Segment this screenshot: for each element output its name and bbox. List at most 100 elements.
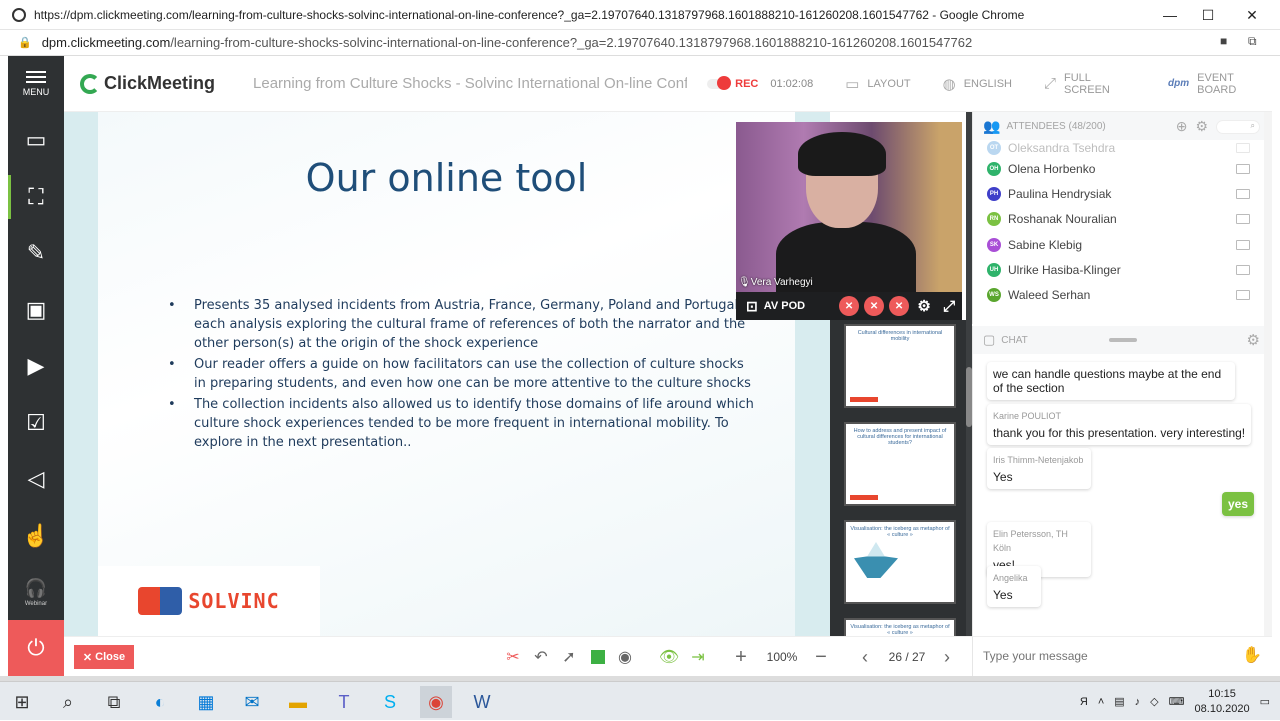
hangup-icon[interactable]: ✕ bbox=[889, 296, 910, 316]
clock-time: 10:15 bbox=[1208, 687, 1236, 700]
nav-tests[interactable]: ☑ bbox=[8, 395, 64, 452]
panel-scrollbar[interactable] bbox=[1264, 112, 1272, 636]
volume-icon[interactable]: ♪ bbox=[1135, 696, 1141, 708]
attendee-row[interactable]: UH Ulrike Hasiba-Klinger bbox=[973, 257, 1272, 282]
expand-icon[interactable]: ⤢ bbox=[939, 296, 959, 316]
menu-button[interactable]: MENU bbox=[8, 56, 64, 112]
maximize-icon[interactable]: ☐ bbox=[1186, 0, 1230, 30]
nav-screen-share[interactable]: ▣ bbox=[8, 282, 64, 339]
eye-icon[interactable]: 👁 bbox=[658, 645, 680, 669]
nav-poll[interactable]: ☝ bbox=[8, 508, 64, 565]
slide-thumbnail[interactable]: How to address and present impact of cul… bbox=[844, 422, 956, 506]
language-indicator[interactable]: Я bbox=[1080, 696, 1088, 708]
teams-icon[interactable]: T bbox=[328, 686, 360, 718]
camera-icon: ⊡ bbox=[746, 297, 758, 314]
attendee-row[interactable]: SK Sabine Klebig bbox=[973, 232, 1272, 257]
sync-slides-icon[interactable]: ⇥ bbox=[686, 645, 710, 669]
settings-icon[interactable]: ⚙ bbox=[914, 296, 934, 316]
language-button[interactable]: ◍ ENGLISH bbox=[943, 75, 1012, 93]
message-author: Karine POULIOT bbox=[993, 411, 1062, 421]
end-session-button[interactable]: ⏻ bbox=[8, 620, 64, 676]
fullscreen-icon: ⤢ bbox=[1044, 75, 1057, 92]
attendee-row[interactable]: PH Paulina Hendrysiak bbox=[973, 181, 1272, 206]
chat-message-own: yes bbox=[1221, 492, 1254, 516]
undo-icon[interactable]: ↶ bbox=[530, 645, 552, 669]
url-text[interactable]: dpm.clickmeeting.com/learning-from-cultu… bbox=[42, 35, 973, 50]
nav-presentation[interactable]: ⛶ bbox=[8, 169, 64, 226]
chat-input[interactable] bbox=[983, 647, 1233, 665]
nav-webinar[interactable]: 🎧 Webinar bbox=[8, 564, 64, 621]
attendee-row[interactable]: OH Olena Horbenko bbox=[973, 156, 1272, 181]
youtube-icon: ▶ bbox=[27, 353, 45, 379]
mic-off-icon[interactable]: ✕ bbox=[864, 296, 885, 316]
add-user-icon[interactable]: ⊕ bbox=[1176, 118, 1188, 135]
layout-button[interactable]: ▭ LAYOUT bbox=[845, 75, 910, 93]
previous-slide-icon[interactable]: ‹ bbox=[854, 645, 876, 669]
clickmeeting-logo: ClickMeeting bbox=[80, 73, 215, 94]
notifications-icon[interactable]: ▭ bbox=[1260, 695, 1270, 708]
raise-hand-icon[interactable]: ✋ bbox=[1242, 645, 1262, 665]
zoom-out-icon[interactable]: − bbox=[810, 645, 832, 669]
next-slide-icon[interactable]: › bbox=[936, 645, 958, 669]
record-toggle[interactable]: REC 01:02:08 bbox=[707, 75, 813, 90]
slide-bullet: Our reader offers a guide on how facilit… bbox=[168, 355, 754, 393]
address-bar[interactable]: 🔒 dpm.clickmeeting.com/learning-from-cul… bbox=[0, 30, 1280, 56]
zoom-in-icon[interactable]: + bbox=[730, 645, 752, 669]
nav-camera[interactable]: ▭ bbox=[8, 112, 64, 169]
nav-ctas[interactable]: ◁ bbox=[8, 451, 64, 508]
attendee-row[interactable]: RN Roshanak Nouralian bbox=[973, 207, 1272, 232]
globe-icon: ◍ bbox=[942, 75, 956, 93]
edge-icon[interactable]: ◐ bbox=[144, 686, 176, 718]
presenter-name: 🎙Vera Varhegyi bbox=[738, 277, 813, 288]
color-picker[interactable] bbox=[588, 645, 608, 669]
camera-off-icon[interactable]: ✕ bbox=[839, 296, 860, 316]
file-explorer-icon[interactable]: ▬ bbox=[282, 686, 314, 718]
gear-icon[interactable]: ⚙ bbox=[1195, 118, 1208, 135]
close-window-icon[interactable]: ✕ bbox=[1230, 0, 1274, 30]
keyboard-icon[interactable]: ⌨ bbox=[1169, 695, 1185, 708]
task-view-icon[interactable]: ⧉ bbox=[98, 686, 130, 718]
chat-message: Karine POULIOT thank you for this presen… bbox=[987, 404, 1252, 445]
chat-header: ▢ CHAT ⚙ bbox=[973, 326, 1272, 354]
attendee-row[interactable]: OT Oleksandra Tsehdra bbox=[973, 140, 1272, 156]
camera-permission-icon[interactable]: ■ bbox=[1220, 34, 1227, 48]
message-author: Elin Petersson, TH Köln bbox=[993, 529, 1068, 553]
slide-thumbnail[interactable]: Visualisation: the iceberg as metaphor o… bbox=[844, 520, 956, 604]
attendee-name: Olena Horbenko bbox=[1008, 161, 1096, 176]
webinar-label: Webinar bbox=[24, 600, 48, 607]
brush-size-icon[interactable]: ◉ bbox=[614, 645, 636, 669]
search-icon[interactable]: ⌕ bbox=[52, 686, 84, 718]
fullscreen-button[interactable]: ⤢ FULL SCREEN bbox=[1044, 72, 1136, 96]
store-icon[interactable]: ▦ bbox=[190, 686, 222, 718]
network-icon[interactable]: ▤ bbox=[1114, 695, 1124, 708]
layout-icon: ▭ bbox=[845, 75, 860, 93]
pointer-icon[interactable]: ➚ bbox=[558, 645, 580, 669]
resize-handle[interactable] bbox=[1109, 338, 1137, 342]
camera-icon: ▭ bbox=[25, 127, 47, 153]
record-switch-icon[interactable] bbox=[707, 75, 732, 90]
word-icon[interactable]: W bbox=[466, 686, 498, 718]
dropbox-icon[interactable]: ◇ bbox=[1150, 695, 1158, 708]
attendee-row[interactable]: WS Waleed Serhan bbox=[973, 282, 1272, 307]
clock[interactable]: 10:15 08.10.2020 bbox=[1195, 687, 1250, 717]
close-button[interactable]: ✕ Close bbox=[74, 645, 134, 669]
clear-icon[interactable]: ✂ bbox=[502, 645, 524, 669]
chrome-icon[interactable]: ◉ bbox=[420, 686, 452, 718]
gear-icon[interactable]: ⚙ bbox=[1247, 331, 1260, 349]
event-board-button[interactable]: dpm EVENT BOARD bbox=[1168, 72, 1272, 96]
monitor-icon bbox=[1236, 264, 1250, 275]
slide-thumbnail[interactable]: Cultural differences in international mo… bbox=[844, 324, 956, 408]
mail-icon[interactable]: ✉ bbox=[236, 686, 268, 718]
window-title: https://dpm.clickmeeting.com/learning-fr… bbox=[34, 7, 1025, 22]
search-icon[interactable]: ⌕ bbox=[1216, 119, 1260, 134]
chevron-up-icon[interactable]: ˄ bbox=[1098, 696, 1104, 708]
windows-start-icon[interactable]: ⊞ bbox=[6, 686, 38, 718]
message-text: yes bbox=[1227, 497, 1248, 511]
nav-whiteboard[interactable]: ✎ bbox=[8, 225, 64, 282]
nav-youtube[interactable]: ▶ bbox=[8, 338, 64, 395]
presentation-icon: ⛶ bbox=[28, 183, 44, 209]
translate-icon[interactable]: ⧉ bbox=[1248, 34, 1257, 49]
skype-icon[interactable]: S bbox=[374, 686, 406, 718]
chat-title: CHAT bbox=[1001, 334, 1028, 346]
solvinc-logo-text: SOLVINC bbox=[188, 589, 280, 613]
